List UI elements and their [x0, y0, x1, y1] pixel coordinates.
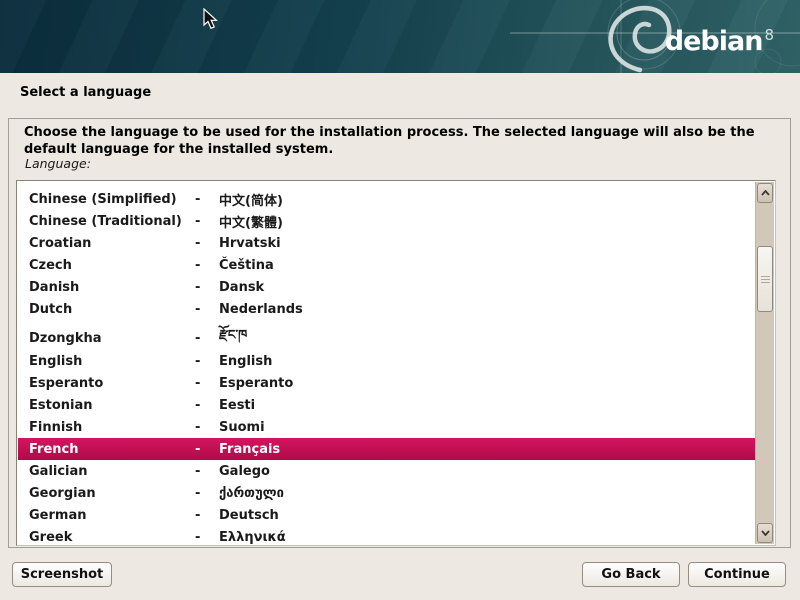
language-separator: - [195, 214, 219, 229]
language-name: Esperanto [29, 376, 195, 391]
thumb-grip [761, 276, 770, 277]
language-row[interactable]: Galician - Galego [18, 460, 755, 482]
language-native-name: Deutsch [219, 508, 755, 523]
thumb-grip [761, 279, 770, 280]
instruction-text: Choose the language to be used for the i… [24, 125, 772, 158]
language-separator: - [195, 530, 219, 545]
language-name: Chinese (Simplified) [29, 192, 195, 207]
language-name: Estonian [29, 398, 195, 413]
language-name: German [29, 508, 195, 523]
language-row[interactable]: German - Deutsch [18, 504, 755, 526]
language-native-name: Galego [219, 464, 755, 479]
language-native-name: Suomi [219, 420, 755, 435]
language-separator: - [195, 258, 219, 273]
language-row[interactable]: Chinese (Traditional) - 中文(繁體) [18, 210, 755, 232]
language-row[interactable]: French - Français [18, 438, 755, 460]
language-name: Czech [29, 258, 195, 273]
language-name: Dzongkha [29, 331, 195, 346]
language-row[interactable]: Finnish - Suomi [18, 416, 755, 438]
language-separator: - [195, 420, 219, 435]
language-name: Chinese (Traditional) [29, 214, 195, 229]
language-separator: - [195, 508, 219, 523]
language-name: English [29, 354, 195, 369]
language-separator: - [195, 376, 219, 391]
language-name: Danish [29, 280, 195, 295]
continue-button[interactable]: Continue [688, 562, 786, 587]
scroll-up-button[interactable] [757, 183, 773, 203]
header-banner: debian8 [0, 0, 800, 73]
language-native-name: Esperanto [219, 376, 755, 391]
language-row[interactable]: Greek - Ελληνικά [18, 526, 755, 544]
language-native-name: 中文(简体) [219, 190, 755, 209]
language-native-name: Čeština [219, 258, 755, 273]
language-name: Galician [29, 464, 195, 479]
language-native-name: Hrvatski [219, 236, 755, 251]
language-list-rows: Chinese (Simplified) - 中文(简体) Chinese (T… [18, 182, 755, 544]
language-name: Greek [29, 530, 195, 545]
language-separator: - [195, 464, 219, 479]
language-separator: - [195, 302, 219, 317]
language-row[interactable]: English - English [18, 350, 755, 372]
language-row[interactable]: Estonian - Eesti [18, 394, 755, 416]
language-separator: - [195, 442, 219, 457]
language-row[interactable]: Esperanto - Esperanto [18, 372, 755, 394]
language-separator: - [195, 486, 219, 501]
thumb-grip [761, 282, 770, 283]
language-name: French [29, 442, 195, 457]
language-name: Finnish [29, 420, 195, 435]
scrollbar-thumb[interactable] [757, 246, 773, 312]
language-list: Chinese (Simplified) - 中文(简体) Chinese (T… [16, 180, 776, 546]
debian-version: 8 [764, 26, 774, 44]
language-native-name: Nederlands [219, 302, 755, 317]
language-native-name: Dansk [219, 280, 755, 295]
mouse-cursor [203, 8, 219, 30]
debian-logo-text: debian8 [665, 20, 774, 57]
go-back-button[interactable]: Go Back [582, 562, 680, 587]
chevron-up-icon [761, 190, 770, 196]
language-native-name: Eesti [219, 398, 755, 413]
debian-swirl-logo [611, 8, 670, 70]
language-row[interactable]: Dzongkha - རྫོང་ཁ [18, 320, 755, 350]
language-row[interactable]: Chinese (Simplified) - 中文(简体) [18, 188, 755, 210]
language-native-name: ქართული [219, 486, 755, 501]
language-native-name: རྫོང་ཁ [219, 320, 755, 357]
language-row[interactable]: Croatian - Hrvatski [18, 232, 755, 254]
scrollbar[interactable] [755, 182, 774, 544]
language-name: Dutch [29, 302, 195, 317]
language-separator: - [195, 398, 219, 413]
language-row[interactable]: Georgian - ქართული [18, 482, 755, 504]
language-field-label: Language: [25, 156, 91, 171]
language-separator: - [195, 280, 219, 295]
language-name: Croatian [29, 236, 195, 251]
language-native-name: Français [219, 442, 755, 457]
language-native-name: 中文(繁體) [219, 212, 755, 231]
language-separator: - [195, 192, 219, 207]
language-separator: - [195, 236, 219, 251]
language-separator: - [195, 354, 219, 369]
language-native-name: Ελληνικά [219, 530, 755, 545]
language-native-name: English [219, 354, 755, 369]
language-row[interactable]: Czech - Čeština [18, 254, 755, 276]
chevron-down-icon [761, 530, 770, 536]
language-row[interactable]: Danish - Dansk [18, 276, 755, 298]
page-title: Select a language [20, 85, 151, 100]
language-name: Georgian [29, 486, 195, 501]
screenshot-button[interactable]: Screenshot [12, 562, 112, 587]
language-row[interactable]: Dutch - Nederlands [18, 298, 755, 320]
scroll-down-button[interactable] [757, 523, 773, 543]
language-separator: - [195, 331, 219, 346]
